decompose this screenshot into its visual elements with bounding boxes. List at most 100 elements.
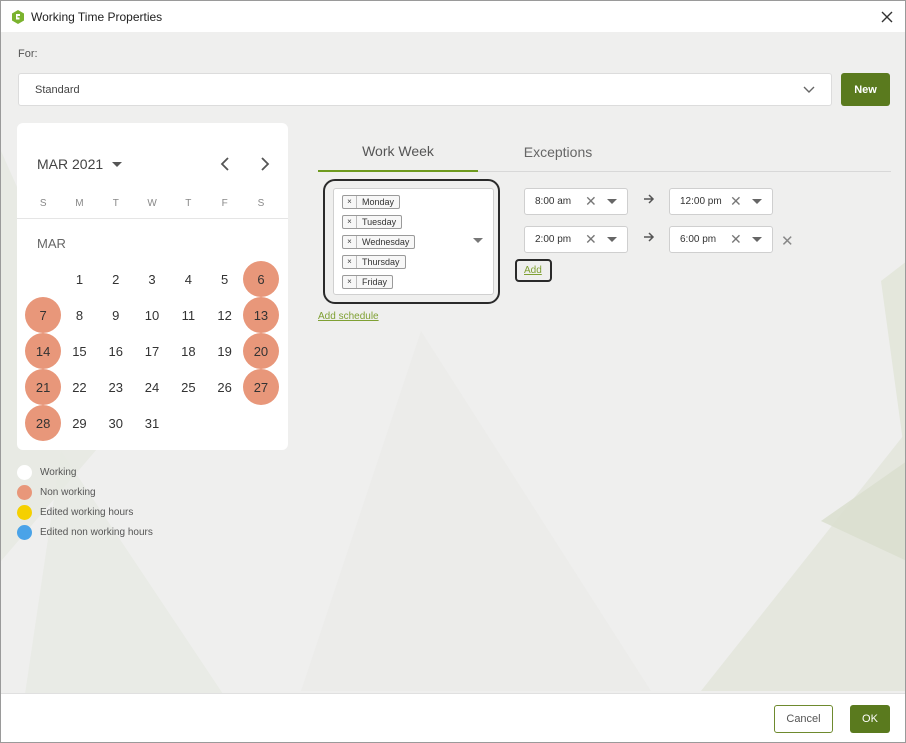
- divider: [17, 218, 288, 219]
- time-from-field[interactable]: 2:00 pm ✕: [524, 226, 628, 253]
- tab-work-week[interactable]: Work Week: [318, 131, 478, 172]
- legend-label: Non working: [40, 486, 96, 498]
- next-month-button[interactable]: [259, 156, 271, 172]
- calendar-day[interactable]: 13: [242, 297, 280, 333]
- ok-button[interactable]: OK: [850, 705, 890, 733]
- calendar-day[interactable]: 9: [98, 297, 134, 333]
- calendar-day[interactable]: 19: [206, 333, 242, 369]
- calendar-day[interactable]: 11: [170, 297, 206, 333]
- calendar-day[interactable]: 3: [134, 261, 170, 297]
- calendar-day[interactable]: 22: [61, 369, 97, 405]
- for-label: For:: [18, 48, 38, 60]
- month-label: MAR: [37, 236, 66, 251]
- new-button[interactable]: New: [841, 73, 890, 106]
- cancel-button[interactable]: Cancel: [774, 705, 833, 733]
- tab-exceptions[interactable]: Exceptions: [478, 131, 638, 172]
- remove-chip-icon[interactable]: ×: [343, 276, 357, 288]
- days-multiselect[interactable]: × Monday × Tuesday × Wednesday × Thursday × Frida…: [333, 188, 494, 295]
- calendar-day[interactable]: 16: [98, 333, 134, 369]
- legend-item: Edited working hours: [17, 502, 153, 522]
- add-schedule-link[interactable]: Add schedule: [318, 311, 379, 322]
- day-chip: × Tuesday: [342, 215, 403, 229]
- calendar-day[interactable]: 23: [98, 369, 134, 405]
- legend-item: Non working: [17, 482, 153, 502]
- calendar-day[interactable]: 26: [206, 369, 242, 405]
- calendar-day[interactable]: 4: [170, 261, 206, 297]
- day-chip: × Monday: [342, 195, 401, 209]
- app-logo-icon: [12, 9, 24, 24]
- legend-swatch: [17, 464, 32, 480]
- month-year-label: MAR 2021: [37, 156, 104, 172]
- arrow-right-icon: [644, 194, 655, 204]
- remove-chip-icon[interactable]: ×: [343, 236, 357, 248]
- calendar-day[interactable]: 27: [242, 369, 280, 405]
- weekday-label: T: [112, 198, 119, 209]
- caret-down-icon[interactable]: [473, 238, 483, 243]
- calendar-day[interactable]: 31: [134, 405, 170, 441]
- calendar-day[interactable]: 21: [25, 369, 62, 405]
- legend-swatch: [17, 484, 32, 500]
- time-to-value: 6:00 pm: [680, 234, 717, 245]
- time-from-field[interactable]: 8:00 am ✕: [524, 188, 628, 215]
- tab-bar: Work Week Exceptions: [318, 131, 891, 172]
- calendar-day[interactable]: 28: [25, 405, 62, 441]
- close-button[interactable]: [877, 7, 897, 27]
- weekday-label: S: [257, 198, 265, 209]
- day-chip-label: Friday: [362, 277, 388, 287]
- calendar-day[interactable]: 14: [25, 333, 62, 369]
- title-bar: Working Time Properties: [1, 1, 905, 32]
- calendar-day[interactable]: 29: [61, 405, 97, 441]
- caret-down-icon: [112, 161, 123, 167]
- remove-chip-icon[interactable]: ×: [343, 216, 357, 228]
- calendar-day[interactable]: 7: [25, 297, 62, 333]
- previous-month-button[interactable]: [219, 156, 231, 172]
- weekday-label: W: [147, 198, 157, 209]
- legend-swatch: [17, 504, 32, 520]
- day-chip-label: Tuesday: [362, 217, 397, 227]
- calendar-day[interactable]: 6: [242, 261, 280, 297]
- month-year-picker[interactable]: MAR 2021: [37, 156, 123, 172]
- calendar-day[interactable]: 24: [134, 369, 170, 405]
- calendar-day[interactable]: 15: [61, 333, 97, 369]
- clear-icon[interactable]: ✕: [730, 231, 742, 248]
- calendar-day[interactable]: 25: [170, 369, 206, 405]
- add-time-link[interactable]: Add: [524, 265, 542, 276]
- time-from-value: 8:00 am: [535, 196, 572, 207]
- legend-item: Edited non working hours: [17, 522, 153, 542]
- calendar-day[interactable]: 17: [134, 333, 170, 369]
- chevron-down-icon: [803, 86, 815, 93]
- clear-icon[interactable]: ✕: [730, 193, 742, 210]
- caret-down-icon[interactable]: [607, 237, 617, 242]
- calendar-day[interactable]: 20: [242, 333, 280, 369]
- calendar-day[interactable]: 12: [206, 297, 242, 333]
- legend-label: Edited working hours: [40, 506, 134, 518]
- clear-icon[interactable]: ✕: [585, 193, 597, 210]
- calendar-day[interactable]: 1: [61, 261, 97, 297]
- calendar-day[interactable]: 18: [170, 333, 206, 369]
- close-icon: [881, 11, 893, 23]
- time-to-field[interactable]: 12:00 pm ✕: [669, 188, 773, 215]
- calendar-day[interactable]: 5: [206, 261, 242, 297]
- legend-label: Working: [40, 466, 77, 478]
- clear-icon[interactable]: ✕: [585, 231, 597, 248]
- remove-chip-icon[interactable]: ×: [343, 256, 357, 268]
- day-chip: × Thursday: [342, 255, 406, 269]
- caret-down-icon[interactable]: [752, 199, 762, 204]
- calendar-grid: 1 2 3 4 5 6 7 8 9 10 11 12 13 14 15 16 17 18 19 20 21 22 23 24 2…: [25, 261, 280, 441]
- time-from-value: 2:00 pm: [535, 234, 572, 245]
- calendar-day[interactable]: 30: [98, 405, 134, 441]
- caret-down-icon[interactable]: [752, 237, 762, 242]
- remove-chip-icon[interactable]: ×: [343, 196, 357, 208]
- remove-row-button[interactable]: ✕: [781, 232, 794, 250]
- calendar-day[interactable]: 8: [61, 297, 97, 333]
- arrow-right-icon: [644, 232, 655, 242]
- caret-down-icon[interactable]: [607, 199, 617, 204]
- day-chip: × Friday: [342, 275, 394, 289]
- legend-swatch: [17, 524, 32, 540]
- calendar-day[interactable]: 10: [134, 297, 170, 333]
- calendar-select[interactable]: Standard: [18, 73, 832, 106]
- legend-label: Edited non working hours: [40, 526, 153, 538]
- weekday-label: M: [75, 198, 84, 209]
- calendar-day[interactable]: 2: [98, 261, 134, 297]
- time-to-field[interactable]: 6:00 pm ✕: [669, 226, 773, 253]
